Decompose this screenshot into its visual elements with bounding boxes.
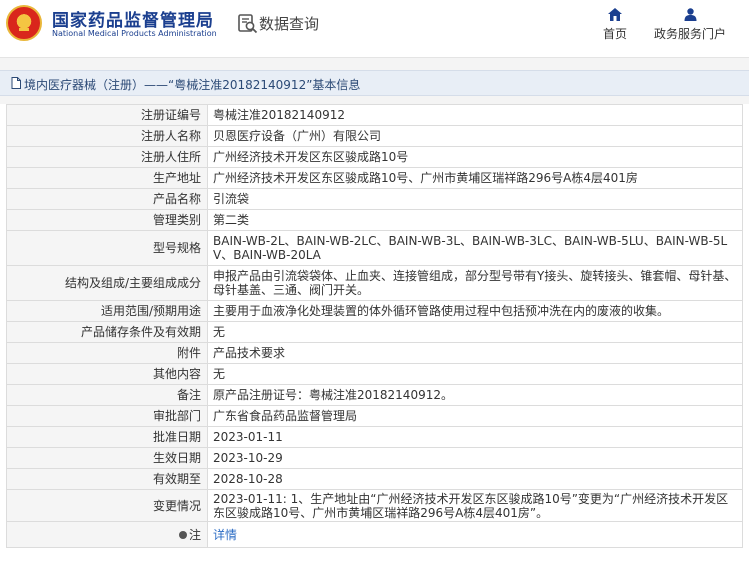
field-value: 第二类 (207, 209, 743, 231)
table-row: 管理类别 第二类 (6, 209, 743, 231)
field-value: 2023-01-11 (207, 426, 743, 448)
data-query-title: 数据查询 (259, 15, 320, 33)
table-row: 注册证编号 粤械注准20182140912 (6, 104, 743, 126)
field-label: 变更情况 (6, 489, 208, 522)
field-label: 注册证编号 (6, 104, 208, 126)
field-label: 注册人住所 (6, 146, 208, 168)
nav-service-label: 政务服务门户 (653, 27, 726, 41)
nav-home[interactable]: 首页 (598, 8, 632, 42)
table-row: 适用范围/预期用途 主要用于血液净化处理装置的体外循环管路使用过程中包括预冲洗在内… (6, 300, 743, 322)
table-row: 变更情况 2023-01-11: 1、生产地址由“广州经济技术开发区东区骏成路10… (6, 489, 743, 522)
field-value: 无 (207, 363, 743, 385)
nav-service-portal[interactable]: 政务服务门户 (652, 8, 728, 42)
breadcrumb: 境内医疗器械（注册）——“粤械注准20182140912”基本信息 (0, 70, 749, 96)
data-query-icon (238, 14, 258, 34)
pin-icon (178, 530, 187, 539)
table-row: 产品储存条件及有效期无 (6, 321, 743, 343)
nav-home-label: 首页 (602, 27, 627, 41)
field-label: 批准日期 (6, 426, 208, 448)
details-link[interactable]: 详情 (213, 528, 237, 542)
table-row: 产品名称 引流袋 (6, 188, 743, 210)
field-value: 2023-10-29 (207, 447, 743, 469)
field-value: 无 (207, 321, 743, 343)
field-label: 适用范围/预期用途 (6, 300, 208, 322)
breadcrumb-title: 境内医疗器械（注册）——“粤械注准20182140912”基本信息 (24, 78, 361, 92)
table-row: 注册人名称 贝恩医疗设备（广州）有限公司 (6, 125, 743, 147)
field-label: 注册人名称 (6, 125, 208, 147)
field-value: 广州经济技术开发区东区骏成路10号、广州市黄埔区瑞祥路296号A栋4层401房 (207, 167, 743, 189)
note-label: 注 (188, 527, 201, 542)
user-icon (684, 8, 696, 21)
field-label: 产品名称 (6, 188, 208, 210)
table-row: 结构及组成/主要组成成分 申报产品由引流袋袋体、止血夹、连接管组成，部分型号带有Y… (6, 265, 743, 301)
table-row: 生效日期 2023-10-29 (6, 447, 743, 469)
field-value: 广东省食品药品监督管理局 (207, 405, 743, 427)
field-label: 附件 (6, 342, 208, 364)
table-row: 注册人住所 广州经济技术开发区东区骏成路10号 (6, 146, 743, 168)
field-label: 结构及组成/主要组成成分 (6, 265, 208, 301)
field-label: 管理类别 (6, 209, 208, 231)
org-name-en: National Medical Products Administration (52, 29, 217, 38)
table-row: 型号规格 BAIN-WB-2L、BAIN-WB-2LC、BAIN-WB-3L、BA… (6, 230, 743, 266)
field-value: 引流袋 (207, 188, 743, 210)
field-value: BAIN-WB-2L、BAIN-WB-2LC、BAIN-WB-3L、BAIN-W… (207, 230, 743, 266)
note-value-cell: 详情 (207, 521, 743, 548)
document-icon (11, 77, 21, 89)
national-emblem-logo (6, 5, 42, 41)
field-value: 贝恩医疗设备（广州）有限公司 (207, 125, 743, 147)
table-row: 附件 产品技术要求 (6, 342, 743, 364)
table-row: 审批部门 广东省食品药品监督管理局 (6, 405, 743, 427)
field-value: 广州经济技术开发区东区骏成路10号 (207, 146, 743, 168)
site-header: 国家药品监督管理局 National Medical Products Admi… (0, 0, 749, 58)
field-value: 主要用于血液净化处理装置的体外循环管路使用过程中包括预冲洗在内的废液的收集。 (207, 300, 743, 322)
field-value: 原产品注册证号：粤械注准20182140912。 (207, 384, 743, 406)
table-row: 批准日期 2023-01-11 (6, 426, 743, 448)
home-icon (608, 8, 622, 21)
page-bottom (0, 563, 749, 569)
table-row: 有效期至 2028-10-28 (6, 468, 743, 490)
field-label: 生效日期 (6, 447, 208, 469)
table-row: 注 详情 (6, 521, 743, 548)
table-row: 生产地址 广州经济技术开发区东区骏成路10号、广州市黄埔区瑞祥路296号A栋4层4… (6, 167, 743, 189)
field-label: 有效期至 (6, 468, 208, 490)
note-label-cell: 注 (6, 521, 208, 548)
field-value: 产品技术要求 (207, 342, 743, 364)
field-label: 其他内容 (6, 363, 208, 385)
org-name-cn: 国家药品监督管理局 (52, 11, 214, 31)
table-row: 其他内容无 (6, 363, 743, 385)
field-value: 2028-10-28 (207, 468, 743, 490)
field-label: 备注 (6, 384, 208, 406)
field-value: 粤械注准20182140912 (207, 104, 743, 126)
field-value: 2023-01-11: 1、生产地址由“广州经济技术开发区东区骏成路10号”变更… (207, 489, 743, 522)
field-label: 生产地址 (6, 167, 208, 189)
field-label: 审批部门 (6, 405, 208, 427)
detail-table: 注册证编号 粤械注准20182140912 注册人名称 贝恩医疗设备（广州）有限公司… (6, 104, 743, 548)
field-label: 型号规格 (6, 230, 208, 266)
field-value: 申报产品由引流袋袋体、止血夹、连接管组成，部分型号带有Y接头、旋转接头、锥套帽、… (207, 265, 743, 301)
table-row: 备注 原产品注册证号：粤械注准20182140912。 (6, 384, 743, 406)
field-label: 产品储存条件及有效期 (6, 321, 208, 343)
